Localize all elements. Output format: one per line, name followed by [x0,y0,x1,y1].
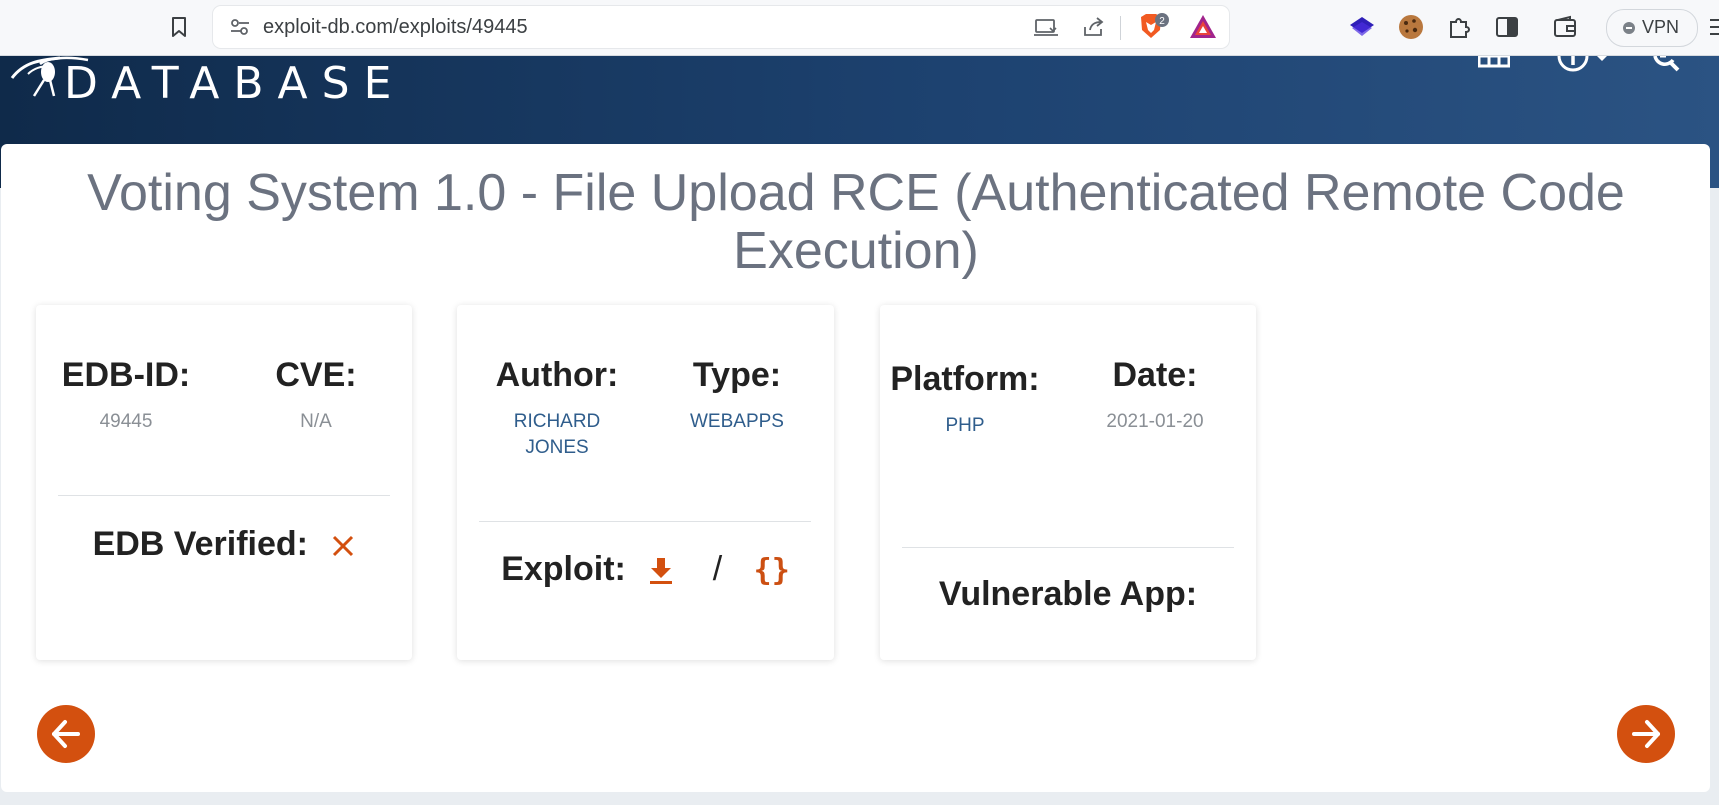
exploit-details-card: Voting System 1.0 - File Upload RCE (Aut… [1,144,1710,792]
cookie-extension-icon[interactable] [1397,13,1425,41]
vpn-label: VPN [1642,17,1680,37]
platform-link[interactable]: PHP [890,413,1040,439]
edb-id-value: 49445 [99,411,153,432]
arrow-right-icon [1632,720,1660,748]
page-title: Voting System 1.0 - File Upload RCE (Aut… [87,164,1625,280]
author-label: Author: [495,356,619,394]
platform-label: Platform: [890,360,1040,398]
wallet-icon[interactable] [1551,13,1579,41]
type-column: Type: WEBAPPS [657,355,817,435]
platform-column: Platform: PHP [890,355,1040,439]
card-divider [902,547,1234,548]
id-info-card: EDB-ID: 49445 CVE: N/A EDB Verified: [36,305,412,660]
cast-icon[interactable] [1033,15,1059,39]
shield-count-badge: 2 [1159,16,1165,27]
type-label: Type: [692,356,782,394]
url-text[interactable]: exploit-db.com/exploits/49445 [263,16,528,39]
edb-id-column: EDB-ID: 49445 [56,355,196,435]
puzzle-extension-icon[interactable] [1445,13,1473,41]
author-column: Author: RICHARD JONES [477,355,637,461]
platform-info-card: Platform: PHP Date: 2021-01-20 Vulnerabl… [880,305,1256,660]
author-info-card: Author: RICHARD JONES Type: WEBAPPS Expl… [457,305,834,660]
brave-shield-icon[interactable]: 2 [1137,11,1171,43]
browser-toolbar: exploit-db.com/exploits/49445 2 VPN [0,0,1719,56]
info-icon[interactable] [1556,56,1590,72]
arrow-left-icon [52,720,80,748]
card-divider [58,495,390,496]
cve-value: N/A [300,411,332,432]
cve-column: CVE: N/A [246,355,386,435]
x-icon [333,535,354,557]
chevron-down-icon[interactable] [1596,56,1608,72]
previous-exploit-button[interactable] [37,705,95,763]
layers-extension-icon[interactable] [1348,13,1376,41]
vpn-button[interactable]: VPN [1606,9,1698,47]
date-value: 2021-01-20 [1106,411,1204,432]
logo-text[interactable]: DATABASE [64,58,405,109]
vpn-status-icon [1623,22,1635,34]
sidebar-icon[interactable] [1493,13,1521,41]
next-exploit-button[interactable] [1617,705,1675,763]
menu-icon[interactable] [1710,18,1719,36]
site-info-icon[interactable] [229,17,251,37]
download-icon[interactable] [649,557,673,585]
author-link[interactable]: RICHARD JONES [477,409,637,461]
grid-icon[interactable] [1478,56,1510,72]
vulnerable-app-row: Vulnerable App: [880,575,1256,614]
exploit-label: Exploit: [501,550,626,588]
brave-rewards-icon[interactable] [1188,13,1218,41]
view-raw-icon[interactable]: {} [754,553,790,588]
exploit-row: Exploit: / {} [457,550,834,589]
bookmark-icon[interactable] [168,15,190,39]
date-label: Date: [1112,356,1198,394]
address-bar[interactable]: exploit-db.com/exploits/49445 2 [213,6,1229,48]
exploit-separator: / [712,550,723,588]
vulnerable-app-label: Vulnerable App: [938,575,1198,613]
toolbar-divider [1120,16,1121,40]
cve-label: CVE: [275,356,357,394]
type-link[interactable]: WEBAPPS [657,409,817,435]
edb-id-label: EDB-ID: [61,356,191,394]
share-icon[interactable] [1081,15,1107,39]
edb-verified-label: EDB Verified: [92,525,308,563]
date-column: Date: 2021-01-20 [1070,355,1240,435]
card-divider [479,521,811,522]
search-icon[interactable] [1652,56,1682,72]
edb-verified-row: EDB Verified: [36,525,412,564]
